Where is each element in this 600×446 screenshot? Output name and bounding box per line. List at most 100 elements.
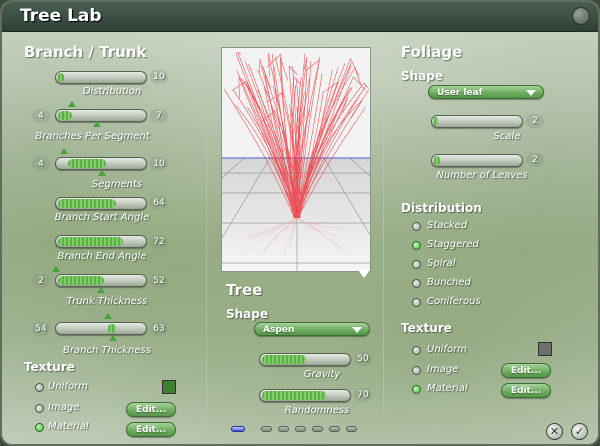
distribution-bunched-radio[interactable] — [412, 279, 421, 288]
segments-min-marker[interactable] — [60, 148, 68, 154]
tree-shape-label: Shape — [226, 307, 269, 321]
branch-thickness-max-marker[interactable] — [109, 335, 117, 341]
distribution-bunched-label: Bunched — [427, 277, 471, 288]
tree-shape-dropdown[interactable]: Aspen — [254, 322, 370, 336]
foliage-texture-material-label: Material — [427, 383, 468, 394]
branches-per-segment-max: 7 — [150, 109, 168, 123]
branch-end-angle-value: 72 — [150, 235, 168, 249]
segments-max-marker[interactable] — [98, 170, 106, 176]
scale-value: 2 — [526, 114, 544, 128]
trunk-thickness-max-marker[interactable] — [97, 287, 105, 293]
foliage-shape-value: User leaf — [437, 88, 483, 98]
close-icon[interactable]: ✕ — [546, 423, 563, 440]
page-indicator-4[interactable] — [295, 426, 306, 432]
page-indicator-7[interactable] — [346, 426, 357, 432]
preview-resize-icon[interactable] — [358, 270, 370, 278]
branches-per-segment-label: Branches Per Segment — [35, 131, 150, 142]
distribution-slider[interactable] — [55, 71, 147, 84]
foliage-texture-uniform-radio[interactable] — [412, 346, 421, 355]
distribution-coniferous-label: Coniferous — [427, 296, 481, 307]
distribution-spiral-label: Spiral — [427, 258, 456, 269]
segments-label: Segments — [91, 179, 143, 190]
trunk-thickness-min-marker[interactable] — [52, 266, 60, 272]
distribution-stacked-radio[interactable] — [412, 222, 421, 231]
segments-max: 10 — [150, 157, 168, 171]
distribution-coniferous-radio[interactable] — [412, 298, 421, 307]
randomness-label: Randomness — [284, 405, 350, 416]
tree-preview-viewport[interactable] — [221, 47, 371, 272]
branch-texture-image-label: Image — [48, 402, 80, 413]
page-indicator-1[interactable] — [231, 426, 245, 432]
foliage-texture-swatch[interactable] — [538, 342, 552, 356]
window-knob-icon[interactable] — [572, 7, 590, 25]
distribution-staggered-radio[interactable] — [412, 241, 421, 250]
foliage-texture-image-radio[interactable] — [412, 366, 421, 375]
left-divider — [206, 42, 207, 437]
title-bar[interactable]: Tree Lab — [2, 2, 598, 32]
distribution-value: 10 — [150, 70, 168, 84]
branch-end-angle-slider[interactable] — [55, 235, 147, 248]
branches-per-segment-max-marker[interactable] — [93, 121, 101, 127]
branch-start-angle-label: Branch Start Angle — [54, 212, 150, 223]
tree-shape-value: Aspen — [263, 325, 295, 335]
scale-slider[interactable] — [431, 115, 523, 128]
foliage-shape-dropdown[interactable]: User leaf — [428, 85, 544, 99]
window-title: Tree Lab — [20, 6, 102, 26]
page-indicator-6[interactable] — [329, 426, 340, 432]
branch-trunk-heading: Branch / Trunk — [24, 43, 147, 61]
branch-end-angle-label: Branch End Angle — [57, 251, 147, 262]
page-indicator-3[interactable] — [278, 426, 289, 432]
trunk-thickness-min: 2 — [32, 274, 50, 288]
branch-texture-swatch[interactable] — [162, 380, 176, 394]
distribution-stacked-label: Stacked — [427, 220, 468, 231]
foliage-shape-label: Shape — [401, 69, 444, 83]
foliage-texture-heading: Texture — [401, 321, 452, 335]
branches-per-segment-slider[interactable] — [55, 109, 147, 122]
number-of-leaves-slider[interactable] — [431, 154, 523, 167]
branch-texture-uniform-label: Uniform — [48, 381, 88, 392]
gravity-label: Gravity — [303, 369, 341, 380]
trunk-thickness-max: 52 — [150, 274, 168, 288]
number-of-leaves-value: 2 — [526, 153, 544, 167]
branch-texture-material-edit-button[interactable]: Edit... — [126, 422, 176, 437]
segments-slider[interactable] — [55, 157, 147, 170]
branch-texture-image-radio[interactable] — [35, 404, 44, 413]
chevron-down-icon — [526, 90, 536, 96]
branch-texture-heading: Texture — [24, 360, 75, 374]
branch-thickness-min: 54 — [32, 322, 50, 336]
foliage-texture-uniform-label: Uniform — [427, 344, 467, 355]
gravity-value: 50 — [354, 352, 372, 366]
branch-start-angle-value: 64 — [150, 196, 168, 210]
scale-label: Scale — [493, 131, 521, 142]
segments-min: 4 — [32, 157, 50, 171]
branches-per-segment-min-marker[interactable] — [68, 101, 76, 107]
randomness-slider[interactable] — [259, 389, 351, 402]
branch-texture-material-label: Material — [48, 421, 89, 432]
foliage-texture-image-edit-button[interactable]: Edit... — [501, 363, 551, 378]
branch-thickness-label: Branch Thickness — [63, 345, 151, 356]
branch-thickness-slider[interactable] — [55, 322, 147, 335]
randomness-value: 70 — [354, 388, 372, 402]
gravity-slider[interactable] — [259, 353, 351, 366]
branch-thickness-min-marker[interactable] — [104, 313, 112, 319]
branch-texture-material-radio[interactable] — [35, 423, 44, 432]
trunk-thickness-slider[interactable] — [55, 274, 147, 287]
branch-texture-image-edit-button[interactable]: Edit... — [126, 402, 176, 417]
foliage-texture-image-label: Image — [427, 364, 459, 375]
distribution-label: Distribution — [82, 86, 142, 97]
trunk-thickness-label: Trunk Thickness — [66, 296, 148, 307]
branches-per-segment-min: 4 — [32, 109, 50, 123]
branch-texture-uniform-radio[interactable] — [35, 383, 44, 392]
distribution-spiral-radio[interactable] — [412, 260, 421, 269]
right-divider — [383, 42, 384, 412]
page-indicator-2[interactable] — [261, 426, 272, 432]
branch-start-angle-slider[interactable] — [55, 197, 147, 210]
checkmark-icon[interactable]: ✓ — [571, 423, 588, 440]
foliage-texture-material-edit-button[interactable]: Edit... — [501, 383, 551, 398]
distribution-staggered-label: Staggered — [427, 239, 479, 250]
tree-preview-graphic — [222, 51, 370, 271]
number-of-leaves-label: Number of Leaves — [436, 170, 528, 181]
foliage-texture-material-radio[interactable] — [412, 385, 421, 394]
chevron-down-icon — [352, 327, 362, 333]
page-indicator-5[interactable] — [312, 426, 323, 432]
